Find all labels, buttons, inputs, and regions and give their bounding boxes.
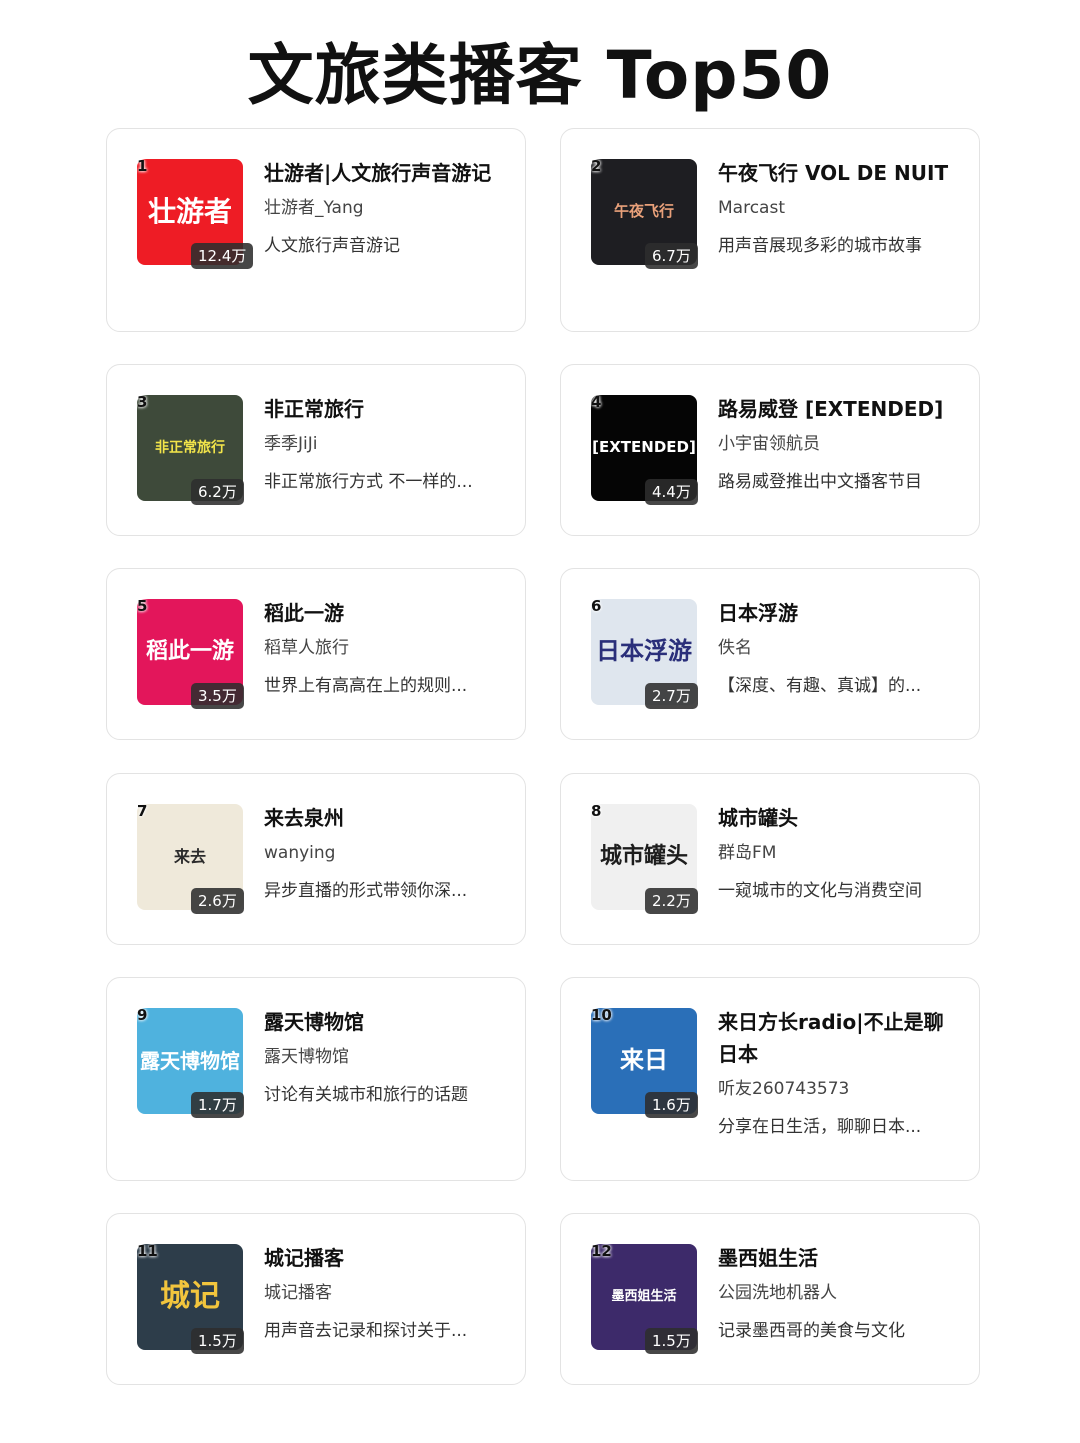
- rank-number: 12: [591, 1242, 612, 1260]
- podcast-info: 壮游者|人文旅行声音游记壮游者_Yang 人文旅行声音游记: [264, 157, 499, 259]
- rank-number: 4: [591, 393, 602, 411]
- podcast-card[interactable]: 壮游者 1 12.4万 壮游者|人文旅行声音游记 壮游者_Yang 人文旅行声音游记: [106, 128, 526, 332]
- play-count-badge: 1.6万: [645, 1092, 698, 1118]
- podcast-title[interactable]: 日本浮游: [718, 597, 953, 629]
- play-count-badge: 1.5万: [191, 1328, 244, 1354]
- podcast-author: Marcast: [718, 198, 785, 218]
- podcast-title[interactable]: 壮游者|人文旅行声音游记: [264, 157, 499, 189]
- rank-number: 11: [137, 1242, 158, 1260]
- podcast-info: 非正常旅行季季JiJi 非正常旅行方式 不一样的...: [264, 393, 499, 495]
- play-count-badge: 1.7万: [191, 1092, 244, 1118]
- play-count-badge: 2.7万: [645, 683, 698, 709]
- play-count-badge: 12.4万: [191, 243, 254, 269]
- podcast-info: 日本浮游佚名【深度、有趣、真诚】的...: [718, 597, 953, 699]
- play-count-badge: 6.2万: [191, 479, 244, 505]
- podcast-card[interactable]: 城市罐头 8 2.2万 城市罐头群岛FM 一窥城市的文化与消费空间: [560, 773, 980, 945]
- podcast-info: 城记播客 城记播客 用声音去记录和探讨关于...: [264, 1242, 499, 1344]
- podcast-card[interactable]: 稻此一游 5 3.5万 稻此一游稻草人旅行世界上有高高在上的规则...: [106, 568, 526, 740]
- play-count-badge: 3.5万: [191, 683, 244, 709]
- podcast-title[interactable]: 非正常旅行: [264, 393, 499, 425]
- podcast-description: 用声音去记录和探讨关于...: [264, 1321, 468, 1341]
- play-count-badge: 2.2万: [645, 888, 698, 914]
- rank-number: 3: [137, 393, 148, 411]
- play-count-badge: 4.4万: [645, 479, 698, 505]
- podcast-card[interactable]: 非正常旅行 3 6.2万 非正常旅行季季JiJi 非正常旅行方式 不一样的...: [106, 364, 526, 536]
- podcast-info: 墨西姐生活公园洗地机器人记录墨西哥的美食与文化: [718, 1242, 953, 1344]
- play-count-badge: 1.5万: [645, 1328, 698, 1354]
- podcast-author: 听友260743573: [718, 1079, 850, 1099]
- podcast-description: 讨论有关城市和旅行的话题: [264, 1085, 468, 1105]
- podcast-description: 记录墨西哥的美食与文化: [718, 1321, 905, 1341]
- podcast-author: 城记播客: [264, 1283, 332, 1303]
- rank-number: 8: [591, 802, 602, 820]
- rank-number: 10: [591, 1006, 612, 1024]
- podcast-title[interactable]: 墨西姐生活: [718, 1242, 953, 1274]
- podcast-author: 壮游者_Yang: [264, 198, 364, 218]
- rank-number: 7: [137, 802, 148, 820]
- play-count-badge: 2.6万: [191, 888, 244, 914]
- rank-number: 6: [591, 597, 602, 615]
- podcast-author: 小宇宙领航员: [718, 434, 820, 454]
- podcast-card[interactable]: 午夜飞行 2 6.7万 午夜飞行 VOL DE NUIT Marcast 用声音展现多彩的…: [560, 128, 980, 332]
- podcast-card[interactable]: [EXTENDED] 4 4.4万 路易威登 [EXTENDED] 小宇宙领航员 路易威登…: [560, 364, 980, 536]
- podcast-card[interactable]: 墨西姐生活 12 1.5万 墨西姐生活公园洗地机器人记录墨西哥的美食与文化: [560, 1213, 980, 1385]
- podcast-title[interactable]: 城市罐头: [718, 802, 953, 834]
- podcast-author: 稻草人旅行: [264, 638, 349, 658]
- podcast-title[interactable]: 来日方长radio|不止是聊日本: [718, 1006, 953, 1070]
- podcast-title[interactable]: 城记播客: [264, 1242, 499, 1274]
- podcast-info: 稻此一游稻草人旅行世界上有高高在上的规则...: [264, 597, 499, 699]
- podcast-author: 佚名: [718, 638, 752, 658]
- podcast-description: 一窥城市的文化与消费空间: [718, 881, 922, 901]
- podcast-info: 露天博物馆 露天博物馆 讨论有关城市和旅行的话题: [264, 1006, 499, 1108]
- podcast-info: 午夜飞行 VOL DE NUIT Marcast 用声音展现多彩的城市故事: [718, 157, 953, 259]
- podcast-card[interactable]: 日本浮游 6 2.7万 日本浮游佚名【深度、有趣、真诚】的...: [560, 568, 980, 740]
- podcast-card[interactable]: 来去 7 2.6万 来去泉州 wanying 异步直播的形式带领你深...: [106, 773, 526, 945]
- podcast-description: 世界上有高高在上的规则...: [264, 676, 468, 696]
- rank-number: 2: [591, 157, 602, 175]
- podcast-card[interactable]: 露天博物馆 9 1.7万 露天博物馆 露天博物馆 讨论有关城市和旅行的话题: [106, 977, 526, 1181]
- podcast-description: 【深度、有趣、真诚】的...: [718, 676, 922, 696]
- podcast-description: 异步直播的形式带领你深...: [264, 881, 468, 901]
- podcast-info: 来日方长radio|不止是聊日本听友260743573 分享在日生活，聊聊日本..…: [718, 1006, 953, 1140]
- podcast-description: 人文旅行声音游记: [264, 236, 400, 256]
- podcast-card[interactable]: 城记 11 1.5万 城记播客 城记播客 用声音去记录和探讨关于...: [106, 1213, 526, 1385]
- podcast-title[interactable]: 露天博物馆: [264, 1006, 499, 1038]
- podcast-description: 非正常旅行方式 不一样的...: [264, 472, 473, 492]
- rank-number: 5: [137, 597, 148, 615]
- play-count-badge: 6.7万: [645, 243, 698, 269]
- podcast-author: 公园洗地机器人: [718, 1283, 837, 1303]
- podcast-info: 路易威登 [EXTENDED] 小宇宙领航员路易威登推出中文播客节目: [718, 393, 953, 495]
- rank-number: 9: [137, 1006, 148, 1024]
- podcast-author: wanying: [264, 843, 336, 863]
- podcast-title[interactable]: 来去泉州: [264, 802, 499, 834]
- podcast-description: 路易威登推出中文播客节目: [718, 472, 922, 492]
- podcast-description: 分享在日生活，聊聊日本...: [718, 1117, 922, 1137]
- podcast-author: 露天博物馆: [264, 1047, 349, 1067]
- podcast-info: 来去泉州 wanying 异步直播的形式带领你深...: [264, 802, 499, 904]
- podcast-author: 群岛FM: [718, 843, 777, 863]
- rank-number: 1: [137, 157, 148, 175]
- page-title: 文旅类播客 Top50: [247, 37, 833, 114]
- podcast-card[interactable]: 来日 10 1.6万 来日方长radio|不止是聊日本 听友260743573 分享在日生…: [560, 977, 980, 1181]
- podcast-info: 城市罐头群岛FM 一窥城市的文化与消费空间: [718, 802, 953, 904]
- podcast-author: 季季JiJi: [264, 434, 318, 454]
- podcast-title[interactable]: 稻此一游: [264, 597, 499, 629]
- podcast-title[interactable]: 午夜飞行 VOL DE NUIT: [718, 157, 953, 189]
- podcast-title[interactable]: 路易威登 [EXTENDED]: [718, 393, 953, 425]
- podcast-description: 用声音展现多彩的城市故事: [718, 236, 922, 256]
